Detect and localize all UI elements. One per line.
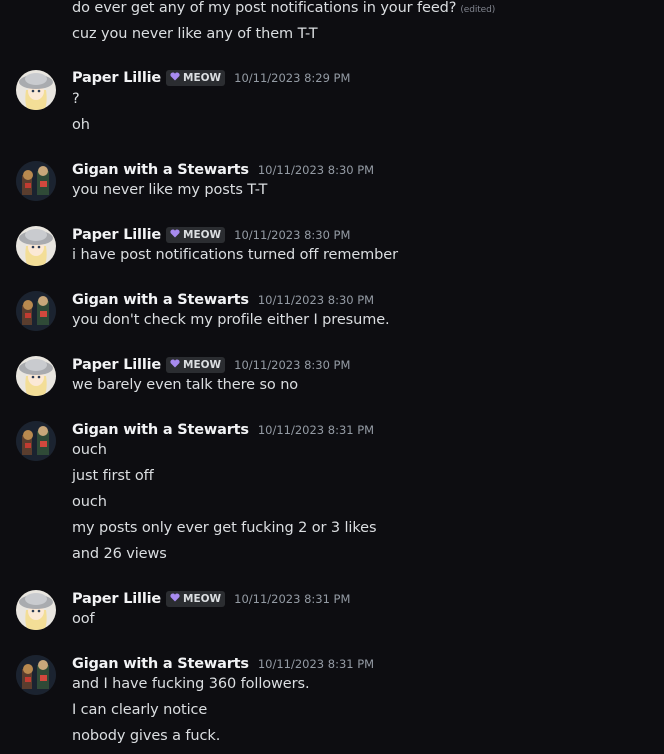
- purple-heart-icon: [170, 72, 180, 84]
- timestamp[interactable]: 10/11/2023 8:29 PM: [234, 71, 350, 85]
- timestamp[interactable]: 10/11/2023 8:30 PM: [234, 358, 350, 372]
- message-line: i have post notifications turned off rem…: [72, 247, 398, 263]
- message-line: and I have fucking 360 followers.: [72, 676, 310, 692]
- message-line: ouch: [72, 494, 107, 510]
- message-line: ouch: [72, 442, 107, 458]
- guild-tag[interactable]: MEOW: [166, 227, 226, 243]
- timestamp[interactable]: 10/11/2023 8:31 PM: [234, 592, 350, 606]
- message-line: nobody gives a fuck.: [72, 728, 221, 744]
- message-line: we barely even talk there so no: [72, 377, 299, 393]
- avatar-paper-lillie[interactable]: [16, 356, 56, 396]
- guild-tag[interactable]: MEOW: [166, 357, 226, 373]
- message-header: Paper Lillie MEOW 10/11/2023 8:30 PM: [72, 225, 350, 245]
- avatar-gigan[interactable]: [16, 421, 56, 461]
- timestamp[interactable]: 10/11/2023 8:30 PM: [258, 293, 374, 307]
- message-line: oh: [72, 117, 90, 133]
- message-header: Paper Lillie MEOW 10/11/2023 8:29 PM: [72, 68, 350, 88]
- author-name[interactable]: Gigan with a Stewarts: [72, 656, 249, 672]
- message-line: oof: [72, 611, 95, 627]
- lillie-avatar-icon: [16, 70, 56, 110]
- gigan-avatar-icon: [16, 421, 56, 461]
- author-name[interactable]: Paper Lillie: [72, 357, 161, 373]
- gigan-avatar-icon: [16, 291, 56, 331]
- message-line: ?: [72, 91, 80, 107]
- timestamp[interactable]: 10/11/2023 8:30 PM: [234, 228, 350, 242]
- message-line: you never like my posts T-T: [72, 182, 268, 198]
- message-header: Paper Lillie MEOW 10/11/2023 8:30 PM: [72, 355, 350, 375]
- purple-heart-icon: [170, 229, 180, 241]
- message-line: I can clearly notice: [72, 702, 208, 718]
- message-header: Gigan with a Stewarts 10/11/2023 8:31 PM: [72, 420, 374, 440]
- avatar-paper-lillie[interactable]: [16, 226, 56, 266]
- message-line: my posts only ever get fucking 2 or 3 li…: [72, 520, 377, 536]
- avatar-paper-lillie[interactable]: [16, 70, 56, 110]
- message-line: and 26 views: [72, 546, 167, 562]
- message-line: do ever get any of my post notifications…: [72, 0, 496, 16]
- edited-label: (edited): [460, 5, 496, 15]
- author-name[interactable]: Gigan with a Stewarts: [72, 292, 249, 308]
- lillie-avatar-icon: [16, 226, 56, 266]
- message-header: Gigan with a Stewarts 10/11/2023 8:30 PM: [72, 290, 374, 310]
- message-header: Gigan with a Stewarts 10/11/2023 8:31 PM: [72, 654, 374, 674]
- message-header: Gigan with a Stewarts 10/11/2023 8:30 PM: [72, 160, 374, 180]
- avatar-gigan[interactable]: [16, 655, 56, 695]
- gigan-avatar-icon: [16, 161, 56, 201]
- guild-tag[interactable]: MEOW: [166, 591, 226, 607]
- gigan-avatar-icon: [16, 655, 56, 695]
- lillie-avatar-icon: [16, 356, 56, 396]
- author-name[interactable]: Paper Lillie: [72, 70, 161, 86]
- author-name[interactable]: Gigan with a Stewarts: [72, 422, 249, 438]
- purple-heart-icon: [170, 359, 180, 371]
- chat-log: do ever get any of my post notifications…: [0, 0, 664, 754]
- avatar-paper-lillie[interactable]: [16, 590, 56, 630]
- avatar-gigan[interactable]: [16, 291, 56, 331]
- avatar-gigan[interactable]: [16, 161, 56, 201]
- message-line: just first off: [72, 468, 154, 484]
- purple-heart-icon: [170, 593, 180, 605]
- timestamp[interactable]: 10/11/2023 8:30 PM: [258, 163, 374, 177]
- lillie-avatar-icon: [16, 590, 56, 630]
- guild-tag[interactable]: MEOW: [166, 70, 226, 86]
- message-header: Paper Lillie MEOW 10/11/2023 8:31 PM: [72, 589, 350, 609]
- author-name[interactable]: Gigan with a Stewarts: [72, 162, 249, 178]
- message-line: cuz you never like any of them T-T: [72, 26, 318, 42]
- timestamp[interactable]: 10/11/2023 8:31 PM: [258, 423, 374, 437]
- author-name[interactable]: Paper Lillie: [72, 227, 161, 243]
- author-name[interactable]: Paper Lillie: [72, 591, 161, 607]
- timestamp[interactable]: 10/11/2023 8:31 PM: [258, 657, 374, 671]
- message-line: you don't check my profile either I pres…: [72, 312, 390, 328]
